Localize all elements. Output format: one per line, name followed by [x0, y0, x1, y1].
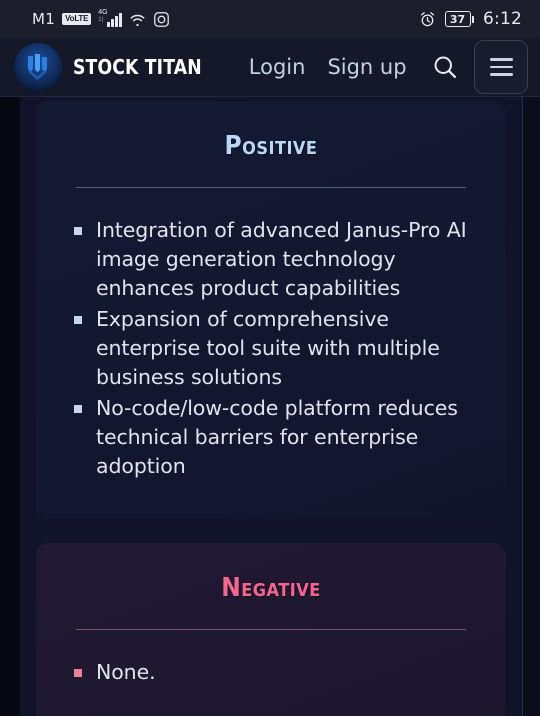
list-item: None. — [70, 658, 472, 687]
status-bar-right: 37 6:12 — [419, 9, 522, 29]
brand-name: STOCK TITAN — [73, 55, 202, 79]
battery-indicator: 37 — [444, 11, 475, 27]
network-type-label: 4G — [98, 9, 108, 16]
login-link[interactable]: Login — [249, 55, 306, 79]
negative-divider — [76, 629, 466, 630]
clock-label: 6:12 — [483, 9, 522, 29]
search-icon — [435, 56, 457, 79]
negative-card-title: Negative — [221, 573, 321, 603]
wifi-icon — [130, 14, 145, 26]
hamburger-menu-icon[interactable] — [474, 40, 528, 94]
signup-link[interactable]: Sign up — [327, 55, 406, 79]
phone-status-bar: M1 VoLTE 4G 1| 37 6:12 — [0, 0, 540, 38]
battery-cap — [471, 15, 475, 23]
page-left-gutter — [0, 97, 20, 716]
page-scroll-area[interactable]: Positive Integration of advanced Janus-P… — [0, 97, 540, 716]
negative-bullet-list: None. — [70, 658, 472, 687]
site-header: STOCK TITAN Login Sign up — [0, 38, 540, 97]
list-item: Integration of advanced Janus-Pro AI ima… — [70, 216, 472, 303]
list-item: Expansion of comprehensive enterprise to… — [70, 305, 472, 392]
negative-card: Negative None. — [36, 543, 506, 716]
stock-titan-logo — [14, 43, 62, 91]
list-item: No-code/low-code platform reduces techni… — [70, 394, 472, 481]
positive-bullet-list: Integration of advanced Janus-Pro AI ima… — [70, 216, 472, 481]
status-bar-left: M1 VoLTE 4G 1| — [18, 9, 170, 28]
battery-level-label: 37 — [444, 11, 471, 27]
header-nav: Login Sign up — [249, 55, 407, 79]
page-right-gutter[interactable] — [522, 97, 540, 716]
network-sub-label: 1| — [98, 17, 104, 23]
search-button[interactable] — [429, 50, 463, 84]
camera-icon — [153, 11, 169, 27]
alarm-clock-icon — [420, 11, 434, 26]
carrier-label: M1 — [32, 10, 56, 28]
positive-divider — [76, 187, 466, 188]
positive-card-title: Positive — [224, 131, 318, 161]
positive-card: Positive Integration of advanced Janus-P… — [36, 101, 506, 519]
brand-home-link[interactable]: STOCK TITAN — [14, 43, 223, 91]
page-content: Positive Integration of advanced Janus-P… — [20, 97, 522, 716]
volte-badge: VoLTE — [62, 13, 92, 25]
cellular-signal-icon: 4G 1| — [98, 9, 122, 27]
signal-bars — [107, 12, 122, 27]
